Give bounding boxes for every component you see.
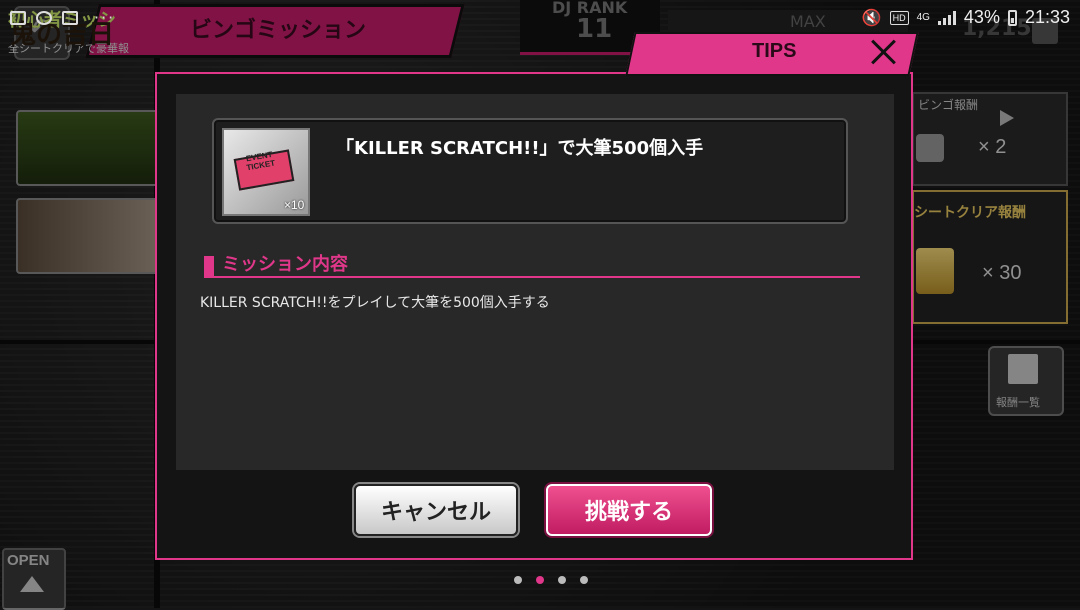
- more-notifications-icon: ···: [94, 8, 116, 27]
- clock: 21:33: [1024, 7, 1070, 27]
- network-type: 4G: [916, 12, 930, 23]
- page-indicator: [514, 576, 588, 584]
- status-bar: ··· 🔇 HD 4G 43% 21:33: [0, 0, 1080, 34]
- page-dot: [536, 576, 544, 584]
- cancel-button[interactable]: キャンセル: [354, 484, 518, 536]
- paw-icon: [62, 10, 78, 25]
- section-title: ミッション内容: [222, 254, 348, 275]
- mission-title: 「KILLER SCRATCH!!」で大筆500個入手: [336, 138, 704, 159]
- section-divider: [204, 276, 860, 278]
- reward-item-quantity: ×10: [284, 198, 305, 212]
- page-dot: [514, 576, 522, 584]
- section-marker: [204, 256, 214, 276]
- page-dot: [580, 576, 588, 584]
- signal-icon: [937, 10, 956, 25]
- battery-icon: [1007, 9, 1017, 26]
- gallery-icon: [10, 10, 26, 25]
- hd-voice-icon: HD: [889, 10, 909, 25]
- close-icon[interactable]: [866, 34, 900, 68]
- challenge-button[interactable]: 挑戦する: [546, 484, 712, 536]
- battery-percent: 43%: [963, 7, 1000, 27]
- mute-icon: 🔇: [861, 9, 882, 27]
- page-dot: [558, 576, 566, 584]
- app-notification-icon: [36, 10, 52, 25]
- tips-title: TIPS: [752, 40, 797, 62]
- mission-description: KILLER SCRATCH!!をプレイして大筆を500個入手する: [200, 295, 550, 311]
